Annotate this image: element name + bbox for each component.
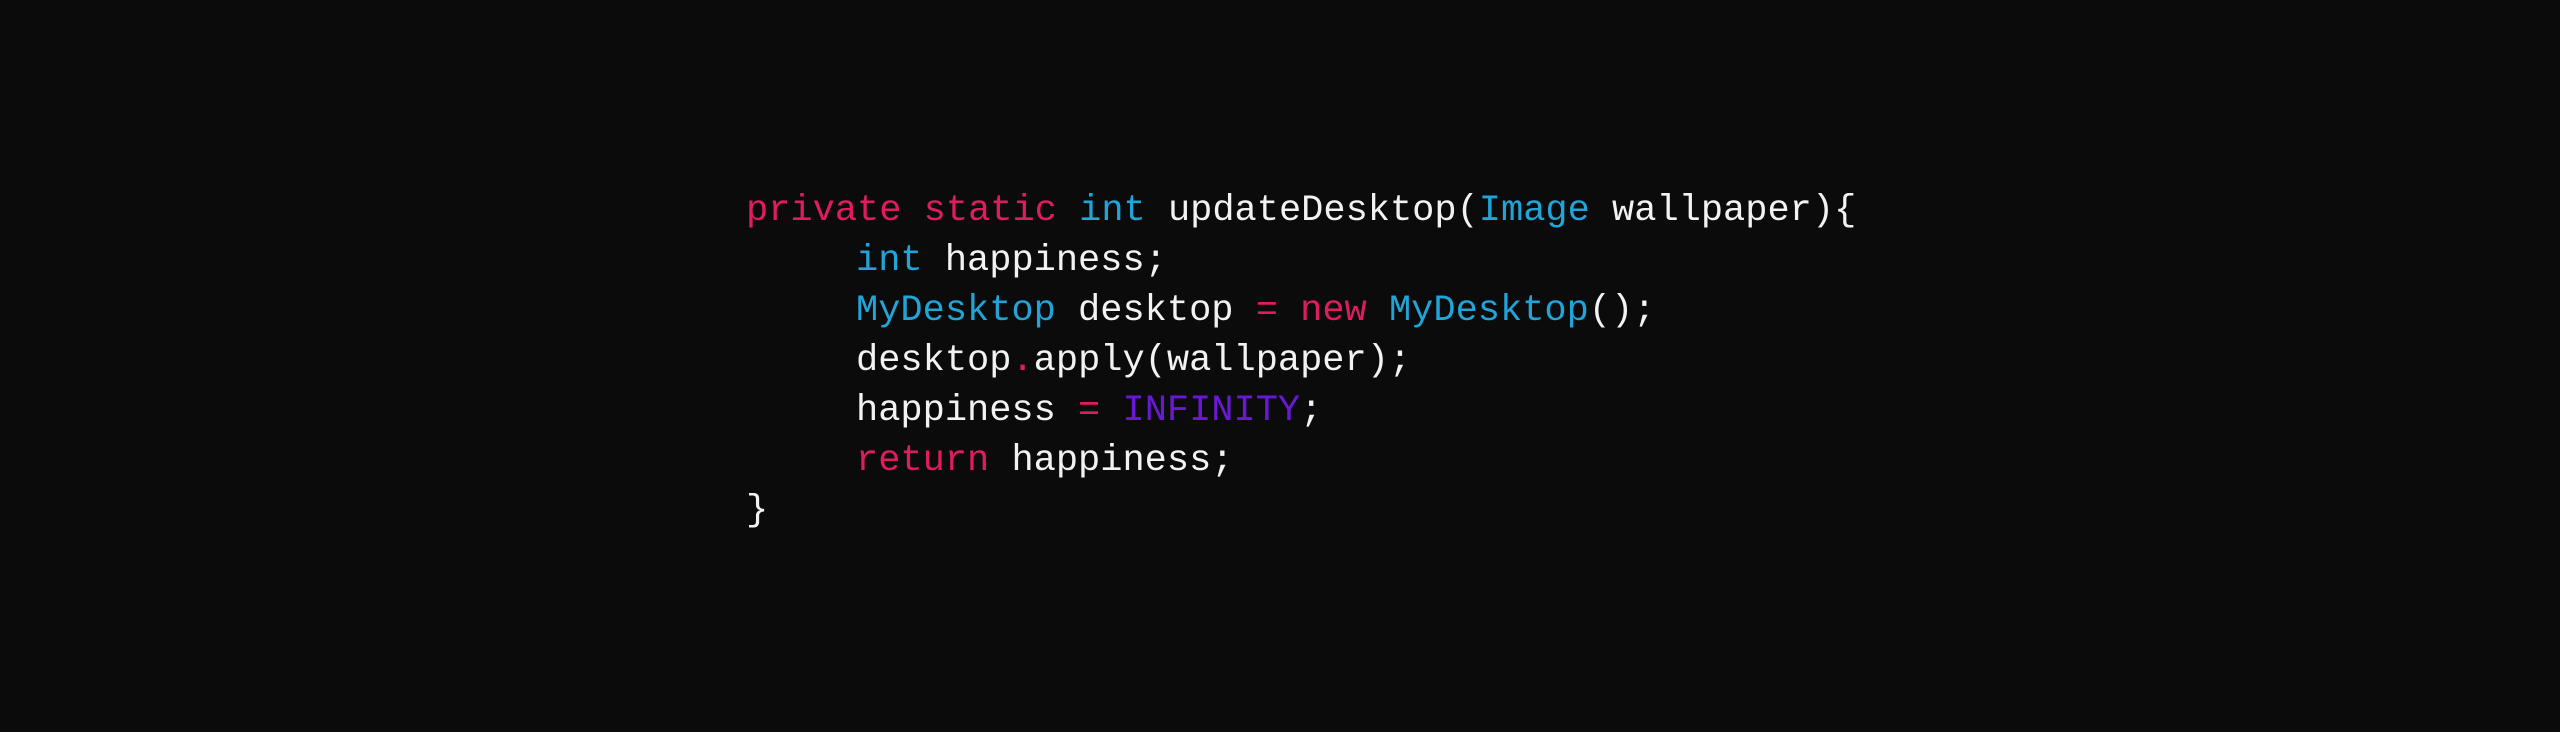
code-token-plain: happiness	[856, 390, 1079, 432]
code-token-operator: =	[1078, 390, 1101, 432]
code-token-type: MyDesktop	[856, 290, 1056, 332]
code-token-type: MyDesktop	[1388, 290, 1589, 332]
code-token-plain: wallpaper){	[1589, 190, 1857, 232]
code-token-operator: .	[1011, 340, 1034, 382]
code-wallpaper: private static int updateDesktop(Image w…	[0, 0, 2560, 732]
code-token-keyword: new	[1300, 290, 1367, 332]
code-line: MyDesktop desktop = new MyDesktop();	[746, 286, 1856, 336]
code-token-plain: }	[746, 490, 769, 532]
code-token-plain: happiness;	[922, 240, 1167, 282]
code-token-keyword: return	[856, 440, 990, 482]
code-line: happiness = INFINITY;	[746, 386, 1856, 436]
code-token-plain: desktop	[856, 340, 1012, 382]
code-token-type: int	[856, 240, 923, 282]
code-line: private static int updateDesktop(Image w…	[746, 186, 1856, 236]
code-token-plain: ();	[1588, 290, 1656, 332]
code-line: }	[746, 486, 1856, 536]
code-token-plain: updateDesktop(	[1145, 190, 1479, 232]
code-token-plain: ;	[1300, 390, 1323, 432]
code-token-type: int	[1079, 190, 1146, 232]
code-token-keyword: private	[746, 190, 902, 232]
code-token-type: Image	[1478, 190, 1590, 232]
code-token-keyword: static	[923, 190, 1057, 232]
code-token-operator: =	[1255, 290, 1278, 332]
code-line: return happiness;	[746, 436, 1856, 486]
code-token-constant: INFINITY	[1122, 390, 1301, 432]
code-line: int happiness;	[746, 236, 1856, 286]
code-block: private static int updateDesktop(Image w…	[746, 186, 1856, 536]
code-token-plain: desktop	[1055, 290, 1256, 332]
code-token-plain: happiness;	[989, 440, 1234, 482]
code-line: desktop.apply(wallpaper);	[746, 336, 1856, 386]
code-token-plain: apply(wallpaper);	[1033, 340, 1412, 382]
